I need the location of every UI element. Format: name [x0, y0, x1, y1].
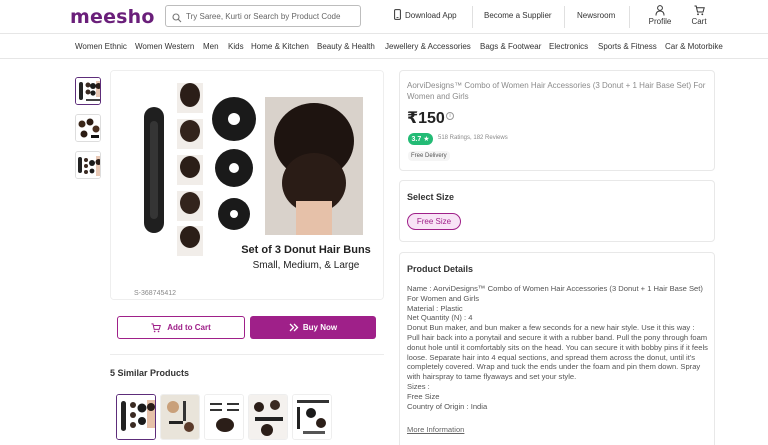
meesho-logo[interactable]: meesho — [70, 6, 155, 28]
detail-name: Name : AorviDesigns™ Combo of Women Hair… — [407, 284, 703, 303]
profile-button[interactable]: Profile — [645, 5, 675, 26]
category-men[interactable]: Men — [203, 42, 219, 51]
profile-label: Profile — [648, 17, 672, 26]
select-size-title: Select Size — [407, 192, 455, 202]
similar-products-title: 5 Similar Products — [110, 368, 190, 378]
free-delivery-badge: Free Delivery — [408, 151, 450, 161]
detail-material: Material : Plastic — [407, 303, 463, 313]
divider — [110, 354, 384, 355]
similar-product-image — [161, 395, 199, 439]
cart-icon — [686, 5, 712, 17]
image-caption-line1: Set of 3 Donut Hair Buns — [241, 244, 371, 256]
similar-product-thumbnail[interactable] — [160, 394, 200, 440]
double-chevron-icon — [289, 323, 299, 332]
category-beauty-health[interactable]: Beauty & Health — [317, 42, 375, 51]
search-input[interactable] — [186, 8, 356, 24]
detail-description: Donut Bun maker, and bun maker a few sec… — [407, 323, 708, 382]
category-home-kitchen[interactable]: Home & Kitchen — [251, 42, 309, 51]
category-car-motorbike[interactable]: Car & Motorbike — [665, 42, 723, 51]
category-nav: Women Ethnic Women Western Men Kids Home… — [0, 34, 768, 59]
search-box[interactable] — [165, 5, 361, 27]
gallery-thumbnail[interactable] — [75, 77, 101, 105]
product-details-title: Product Details — [407, 264, 474, 274]
similar-product-image — [249, 395, 287, 439]
cart-label: Cart — [691, 17, 707, 26]
add-to-cart-button[interactable]: Add to Cart — [117, 316, 245, 339]
search-icon — [172, 10, 182, 28]
image-caption-line2: Small, Medium, & Large — [253, 260, 360, 271]
similar-product-thumbnail[interactable] — [116, 394, 156, 440]
cart-icon — [151, 322, 162, 333]
detail-country: Country of Origin : India — [407, 401, 488, 411]
select-size-card — [399, 180, 715, 242]
category-jewellery[interactable]: Jewellery & Accessories — [385, 42, 471, 51]
more-information-link[interactable]: More Information — [407, 425, 464, 434]
image-code: S-368745412 — [134, 290, 177, 297]
top-header: meesho Download App Become a Supplier Ne… — [0, 0, 768, 34]
header-divider — [564, 6, 565, 28]
buy-now-button[interactable]: Buy Now — [250, 316, 376, 339]
product-price: ₹150 — [407, 110, 445, 127]
header-divider — [629, 6, 630, 28]
download-app-link[interactable]: Download App — [393, 9, 457, 22]
download-app-label: Download App — [405, 11, 457, 20]
header-divider — [472, 6, 473, 28]
thumbnail-image — [76, 78, 100, 104]
detail-sizes-label: Sizes : — [407, 381, 430, 391]
phone-icon — [394, 9, 401, 22]
size-option-free-size[interactable]: Free Size — [407, 213, 461, 230]
category-kids[interactable]: Kids — [228, 42, 244, 51]
similar-product-thumbnail[interactable] — [292, 394, 332, 440]
buy-now-label: Buy Now — [302, 323, 338, 332]
product-title: AorviDesigns™ Combo of Women Hair Access… — [407, 81, 706, 101]
similar-product-image — [117, 395, 155, 439]
main-product-image[interactable]: Set of 3 Donut Hair Buns Small, Medium, … — [110, 70, 384, 300]
cart-button[interactable]: Cart — [686, 5, 712, 26]
product-details-text: Name : AorviDesigns™ Combo of Women Hair… — [407, 284, 709, 411]
category-electronics[interactable]: Electronics — [549, 42, 588, 51]
category-women-western[interactable]: Women Western — [135, 42, 194, 51]
category-women-ethnic[interactable]: Women Ethnic — [75, 42, 127, 51]
thumbnail-image — [76, 115, 100, 141]
thumbnail-image — [76, 152, 100, 178]
rating-badge: 3.7 ★ — [408, 133, 433, 145]
category-bags-footwear[interactable]: Bags & Footwear — [480, 42, 541, 51]
ratings-reviews-count: 518 Ratings, 182 Reviews — [438, 135, 508, 141]
category-sports-fitness[interactable]: Sports & Fitness — [598, 42, 657, 51]
detail-sizes-value: Free Size — [407, 391, 440, 401]
similar-product-thumbnail[interactable] — [248, 394, 288, 440]
product-image: Set of 3 Donut Hair Buns Small, Medium, … — [111, 71, 383, 299]
become-supplier-link[interactable]: Become a Supplier — [484, 11, 552, 20]
detail-net-quantity: Net Quantity (N) : 4 — [407, 313, 473, 323]
add-to-cart-label: Add to Cart — [167, 323, 211, 332]
similar-product-thumbnail[interactable] — [204, 394, 244, 440]
info-icon[interactable]: i — [446, 112, 454, 120]
gallery-thumbnail[interactable] — [75, 151, 101, 179]
gallery-thumbnail[interactable] — [75, 114, 101, 142]
user-icon — [645, 5, 675, 17]
similar-product-image — [293, 395, 331, 439]
newsroom-link[interactable]: Newsroom — [577, 11, 615, 20]
similar-product-image — [205, 395, 243, 439]
